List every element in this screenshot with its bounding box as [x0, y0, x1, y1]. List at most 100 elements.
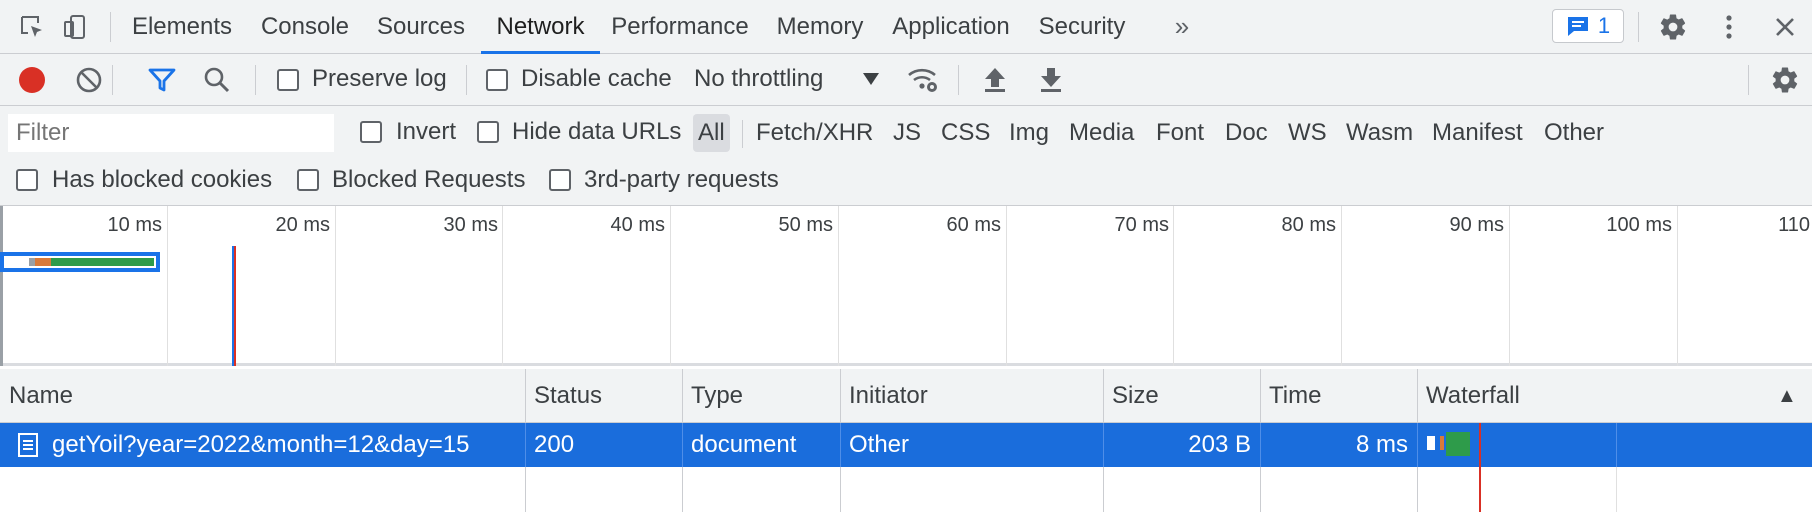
- requests-table-header: Name Status Type Initiator Size Time Wat…: [0, 369, 1812, 423]
- tab-console[interactable]: Console: [250, 0, 360, 53]
- overview-left-handle[interactable]: [0, 206, 3, 366]
- devtools-tabbar: Elements Console Sources Network Perform…: [0, 0, 1812, 54]
- throttling-dropdown-arrow-icon[interactable]: [862, 72, 880, 91]
- record-icon[interactable]: [15, 63, 49, 97]
- filter-type-wasm[interactable]: Wasm: [1346, 114, 1413, 152]
- more-tabs-button[interactable]: »: [1164, 0, 1200, 53]
- tick-label: 80 ms: [1281, 214, 1336, 236]
- filter-type-doc[interactable]: Doc: [1225, 114, 1268, 152]
- grid-line: [335, 206, 336, 366]
- preserve-log-checkbox[interactable]: [277, 69, 299, 91]
- settings-gear-icon[interactable]: [1656, 10, 1690, 44]
- table-row[interactable]: getYoil?year=2022&month=12&day=15 200 do…: [0, 423, 1812, 467]
- request-name: getYoil?year=2022&month=12&day=15: [52, 431, 470, 458]
- column-header-type[interactable]: Type: [682, 369, 840, 423]
- grid-line: [1509, 206, 1510, 366]
- request-type: document: [691, 431, 797, 458]
- grid-line: [1677, 206, 1678, 366]
- filter-funnel-icon[interactable]: [145, 63, 179, 97]
- grid-line: [1006, 206, 1007, 366]
- issues-message-icon: [1567, 17, 1588, 36]
- overview-request-bar: [0, 252, 160, 272]
- tab-performance[interactable]: Performance: [608, 0, 752, 53]
- blocked-requests-label: Blocked Requests: [332, 166, 526, 193]
- waterfall-bar-connecting: [1440, 436, 1444, 450]
- export-har-download-icon[interactable]: [1034, 63, 1068, 97]
- tab-security[interactable]: Security: [1030, 0, 1134, 53]
- grid-line: [167, 206, 168, 366]
- disable-cache-checkbox[interactable]: [486, 69, 508, 91]
- divider: [466, 65, 467, 95]
- column-header-waterfall[interactable]: Waterfall: [1417, 369, 1717, 423]
- network-conditions-icon[interactable]: [906, 63, 940, 97]
- throttling-select[interactable]: No throttling: [694, 65, 823, 93]
- tab-sources[interactable]: Sources: [366, 0, 476, 53]
- divider: [110, 12, 111, 42]
- divider: [1748, 65, 1749, 95]
- load-event-marker: [234, 246, 236, 366]
- filter-type-js[interactable]: JS: [893, 114, 921, 152]
- divider: [112, 65, 113, 95]
- filter-type-fetch-xhr[interactable]: Fetch/XHR: [756, 114, 873, 152]
- filter-type-all[interactable]: All: [693, 114, 730, 152]
- divider: [742, 120, 743, 148]
- filter-type-other[interactable]: Other: [1544, 114, 1604, 152]
- tab-network[interactable]: Network: [481, 0, 600, 54]
- import-har-upload-icon[interactable]: [978, 63, 1012, 97]
- grid-line: [1341, 206, 1342, 366]
- tab-elements[interactable]: Elements: [122, 0, 242, 53]
- column-header-initiator[interactable]: Initiator: [840, 369, 1103, 423]
- cell-divider: [682, 423, 683, 467]
- issues-button[interactable]: 1: [1552, 9, 1624, 43]
- invert-label: Invert: [396, 118, 457, 145]
- waterfall-grid-line: [1616, 467, 1617, 512]
- filter-bar: Invert Hide data URLs All Fetch/XHR JS C…: [0, 106, 1812, 206]
- more-options-icon[interactable]: [1712, 10, 1746, 44]
- invert-checkbox[interactable]: [360, 121, 382, 143]
- hide-data-urls-label: Hide data URLs: [512, 118, 682, 145]
- tick-label: 110: [1778, 214, 1810, 236]
- tab-application[interactable]: Application: [886, 0, 1016, 53]
- network-overview-timeline[interactable]: 10 ms 20 ms 30 ms 40 ms 50 ms 60 ms 70 m…: [0, 206, 1812, 366]
- has-blocked-cookies-checkbox[interactable]: [16, 169, 38, 191]
- inspect-element-icon[interactable]: [15, 10, 49, 44]
- request-status: 200: [534, 431, 575, 458]
- device-toolbar-icon[interactable]: [58, 10, 92, 44]
- third-party-requests-checkbox[interactable]: [549, 169, 571, 191]
- filter-type-img[interactable]: Img: [1009, 114, 1049, 152]
- disable-cache-label: Disable cache: [521, 65, 672, 92]
- filter-type-font[interactable]: Font: [1156, 114, 1204, 152]
- network-settings-gear-icon[interactable]: [1768, 63, 1802, 97]
- tab-memory[interactable]: Memory: [766, 0, 874, 53]
- search-icon[interactable]: [200, 63, 234, 97]
- waterfall-bar-queued: [1427, 436, 1435, 450]
- request-initiator[interactable]: Other: [849, 423, 1089, 467]
- preserve-log-label: Preserve log: [312, 65, 447, 92]
- hide-data-urls-checkbox[interactable]: [477, 121, 499, 143]
- column-header-name[interactable]: Name: [0, 369, 525, 423]
- filter-type-css[interactable]: CSS: [941, 114, 990, 152]
- has-blocked-cookies-label: Has blocked cookies: [52, 166, 273, 193]
- cell-divider: [1417, 423, 1418, 467]
- filter-input[interactable]: [8, 114, 334, 152]
- column-header-status[interactable]: Status: [525, 369, 682, 423]
- request-size: 203 B: [1188, 431, 1251, 458]
- blocked-requests-checkbox[interactable]: [297, 169, 319, 191]
- clear-icon[interactable]: [72, 63, 106, 97]
- tick-label: 70 ms: [1114, 214, 1169, 236]
- issues-count: 1: [1597, 13, 1611, 38]
- column-header-time[interactable]: Time: [1260, 369, 1417, 423]
- filter-type-manifest[interactable]: Manifest: [1432, 114, 1523, 152]
- request-time: 8 ms: [1355, 431, 1408, 458]
- tick-label: 90 ms: [1449, 214, 1504, 236]
- divider: [255, 65, 256, 95]
- waterfall-grid-line: [1616, 423, 1617, 467]
- grid-line: [1173, 206, 1174, 366]
- sort-ascending-icon[interactable]: ▲: [1768, 369, 1808, 423]
- cell-divider: [840, 423, 841, 467]
- filter-type-media[interactable]: Media: [1069, 114, 1134, 152]
- column-header-size[interactable]: Size: [1103, 369, 1260, 423]
- tick-label: 10 ms: [107, 214, 162, 236]
- close-devtools-icon[interactable]: [1768, 10, 1802, 44]
- filter-type-ws[interactable]: WS: [1288, 114, 1327, 152]
